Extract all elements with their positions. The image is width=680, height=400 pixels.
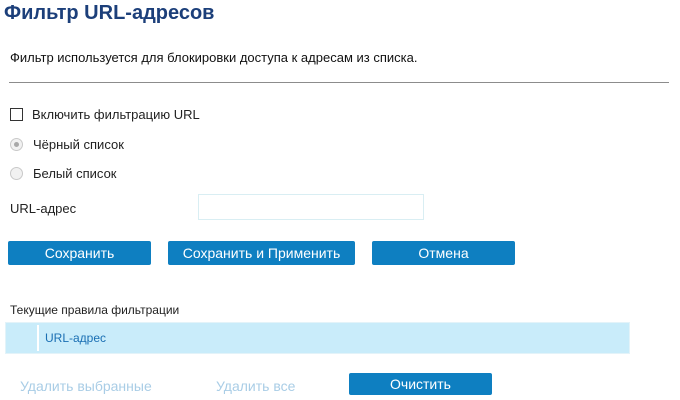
- clear-button[interactable]: Очистить: [349, 373, 492, 395]
- whitelist-option[interactable]: Белый список: [10, 166, 117, 181]
- url-field-label: URL-адрес: [10, 201, 77, 216]
- rules-table-header: URL-адрес: [8, 325, 627, 351]
- rules-section-title: Текущие правила фильтрации: [10, 303, 180, 317]
- save-button[interactable]: Сохранить: [8, 241, 151, 265]
- enable-url-filter-label: Включить фильтрацию URL: [32, 107, 200, 122]
- url-input[interactable]: [198, 194, 424, 220]
- page-description: Фильтр используется для блокировки досту…: [10, 50, 418, 65]
- whitelist-radio[interactable]: [10, 167, 23, 180]
- blacklist-radio[interactable]: [10, 138, 23, 151]
- enable-url-filter-row[interactable]: Включить фильтрацию URL: [10, 107, 200, 122]
- section-divider: [9, 82, 669, 83]
- whitelist-label: Белый список: [33, 166, 117, 181]
- rules-table: URL-адрес: [5, 322, 630, 354]
- enable-url-filter-checkbox[interactable]: [10, 108, 23, 121]
- delete-all-link[interactable]: Удалить все: [216, 378, 295, 394]
- delete-selected-link[interactable]: Удалить выбранные: [20, 378, 152, 394]
- url-column-header: URL-адрес: [45, 331, 107, 345]
- page-title: Фильтр URL-адресов: [4, 2, 215, 24]
- select-all-cell[interactable]: [8, 325, 39, 351]
- blacklist-label: Чёрный список: [33, 137, 124, 152]
- cancel-button[interactable]: Отмена: [372, 241, 515, 265]
- save-and-apply-button[interactable]: Сохранить и Применить: [168, 241, 355, 265]
- blacklist-option[interactable]: Чёрный список: [10, 137, 124, 152]
